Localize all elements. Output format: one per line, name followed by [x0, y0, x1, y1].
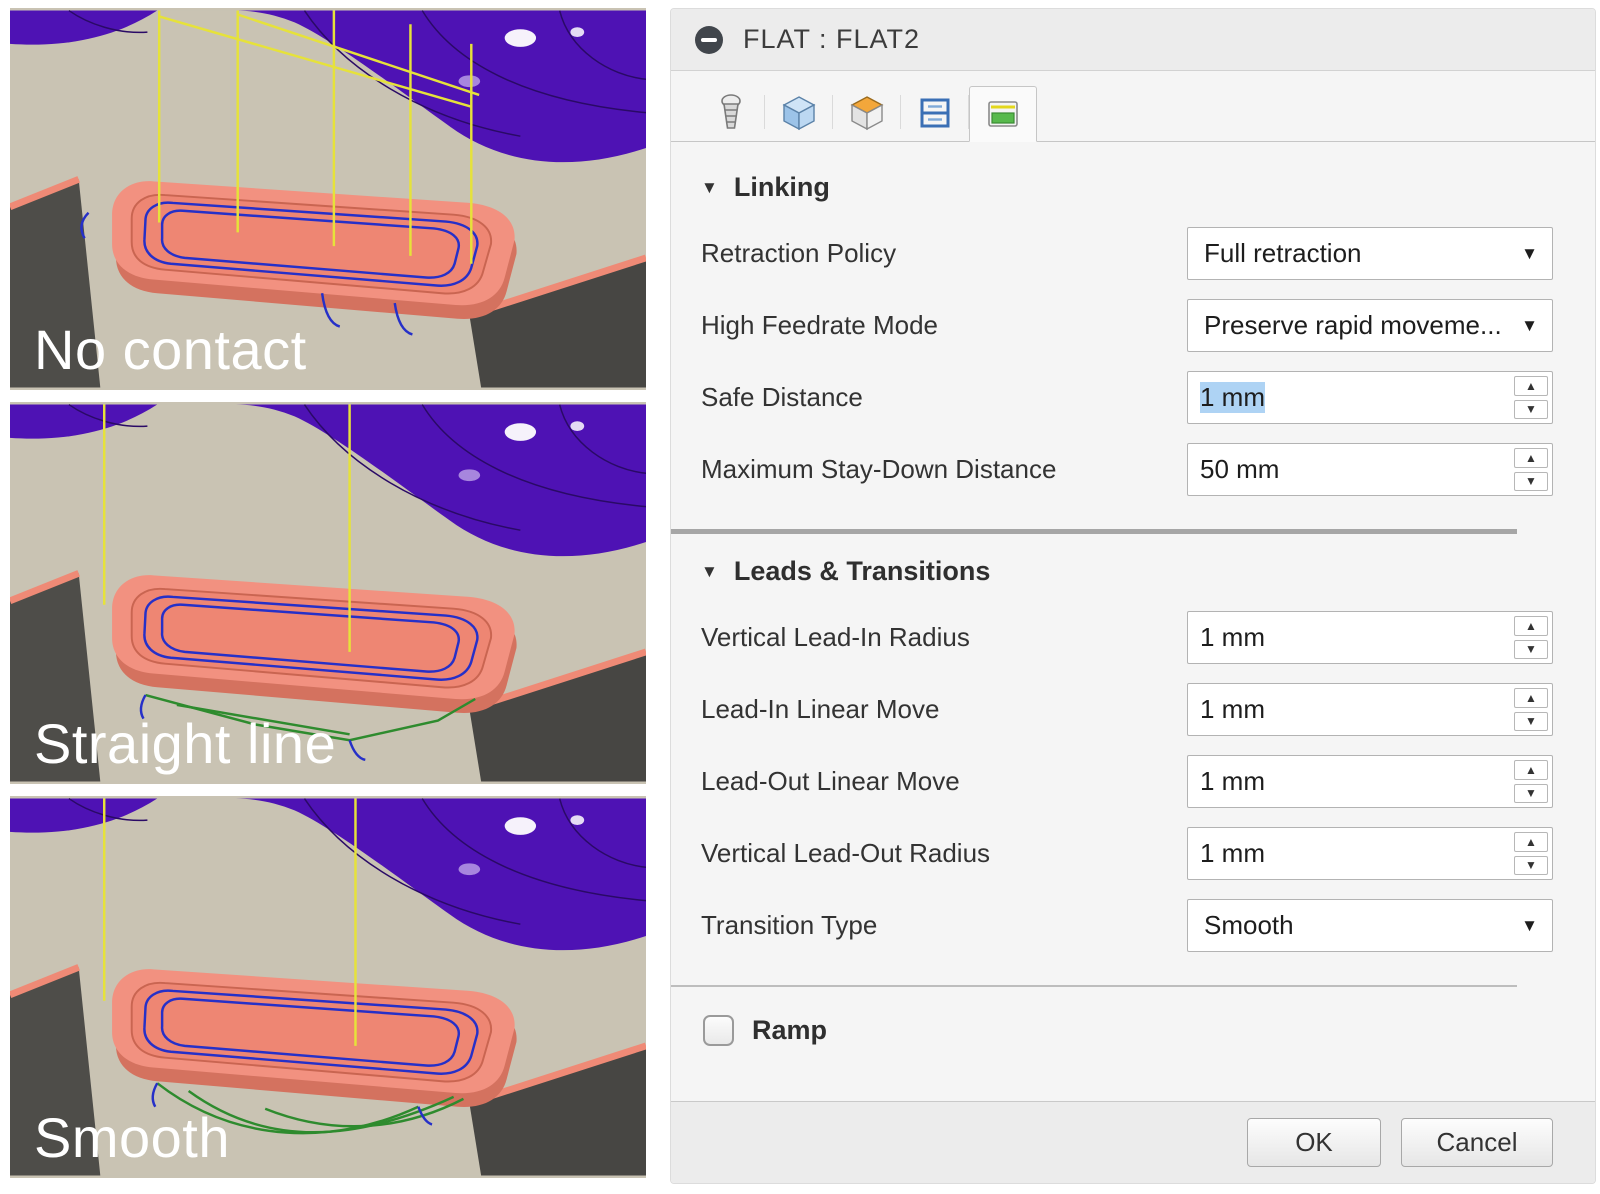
lead-in-linear-move-input[interactable]: 1 mm ▲ ▼	[1187, 683, 1553, 736]
dialog-title: FLAT : FLAT2	[743, 24, 920, 55]
ramp-row: Ramp	[703, 1015, 1553, 1046]
field-label: Vertical Lead-In Radius	[701, 622, 970, 653]
field-row-vertical-lead-out-radius: Vertical Lead-Out Radius 1 mm ▲ ▼	[701, 827, 1553, 880]
linking-icon	[982, 93, 1024, 135]
transition-type-dropdown[interactable]: Smooth ▼	[1187, 899, 1553, 952]
preview-straight-line: Straight line	[10, 402, 646, 784]
spinner-down-button[interactable]: ▼	[1514, 400, 1548, 420]
preview-caption: Straight line	[34, 711, 336, 776]
field-row-lead-out-linear-move: Lead-Out Linear Move 1 mm ▲ ▼	[701, 755, 1553, 808]
chevron-down-icon: ▼	[1521, 316, 1538, 336]
field-label: Retraction Policy	[701, 238, 896, 269]
tab-passes[interactable]	[901, 85, 969, 141]
minus-circle-icon[interactable]	[695, 26, 723, 54]
spinner-up-button[interactable]: ▲	[1514, 376, 1548, 396]
dialog-body: ▼ Linking Retraction Policy Full retract…	[671, 142, 1595, 1101]
tab-heights[interactable]	[833, 85, 901, 141]
section-divider	[671, 985, 1517, 987]
preview-caption: No contact	[34, 317, 307, 382]
field-row-safe-distance: Safe Distance 1 mm ▲ ▼	[701, 371, 1553, 424]
field-row-lead-in-linear-move: Lead-In Linear Move 1 mm ▲ ▼	[701, 683, 1553, 736]
field-row-transition-type: Transition Type Smooth ▼	[701, 899, 1553, 952]
field-label: Transition Type	[701, 910, 877, 941]
field-label: Lead-In Linear Move	[701, 694, 939, 725]
high-feedrate-mode-dropdown[interactable]: Preserve rapid moveme... ▼	[1187, 299, 1553, 352]
tab-tool[interactable]	[697, 85, 765, 141]
section-divider	[671, 529, 1517, 534]
field-label: Lead-Out Linear Move	[701, 766, 960, 797]
collapse-triangle-icon: ▼	[701, 562, 718, 582]
preview-smooth: Smooth	[10, 796, 646, 1178]
section-title: Leads & Transitions	[734, 556, 991, 587]
screen: No contact Straight line	[0, 0, 1600, 1194]
spinner-up-button[interactable]: ▲	[1514, 688, 1548, 708]
lead-out-linear-move-input[interactable]: 1 mm ▲ ▼	[1187, 755, 1553, 808]
spinner-up-button[interactable]: ▲	[1514, 616, 1548, 636]
cancel-button[interactable]: Cancel	[1401, 1118, 1553, 1167]
tab-linking[interactable]	[969, 86, 1037, 142]
geometry-icon	[778, 92, 820, 134]
field-row-high-feedrate-mode: High Feedrate Mode Preserve rapid moveme…	[701, 299, 1553, 352]
spinner-down-button[interactable]: ▼	[1514, 712, 1548, 732]
dialog-footer: OK Cancel	[671, 1101, 1595, 1183]
field-label: Maximum Stay-Down Distance	[701, 454, 1056, 485]
chevron-down-icon: ▼	[1521, 916, 1538, 936]
max-stay-down-distance-input[interactable]: 50 mm ▲ ▼	[1187, 443, 1553, 496]
field-row-retraction-policy: Retraction Policy Full retraction ▼	[701, 227, 1553, 280]
section-leads-header[interactable]: ▼ Leads & Transitions	[701, 556, 1553, 587]
safe-distance-input[interactable]: 1 mm ▲ ▼	[1187, 371, 1553, 424]
spinner-down-button[interactable]: ▼	[1514, 856, 1548, 876]
ramp-checkbox[interactable]	[703, 1015, 734, 1046]
passes-icon	[914, 92, 956, 134]
preview-caption: Smooth	[34, 1105, 230, 1170]
tool-icon	[710, 92, 752, 134]
spinner-down-button[interactable]: ▼	[1514, 640, 1548, 660]
field-label: High Feedrate Mode	[701, 310, 938, 341]
collapse-triangle-icon: ▼	[701, 178, 718, 198]
spinner-down-button[interactable]: ▼	[1514, 472, 1548, 492]
field-label: Safe Distance	[701, 382, 863, 413]
field-row-vertical-lead-in-radius: Vertical Lead-In Radius 1 mm ▲ ▼	[701, 611, 1553, 664]
spinner-down-button[interactable]: ▼	[1514, 784, 1548, 804]
heights-icon	[846, 92, 888, 134]
section-linking-header[interactable]: ▼ Linking	[701, 172, 1553, 203]
section-title: Linking	[734, 172, 830, 203]
retraction-policy-dropdown[interactable]: Full retraction ▼	[1187, 227, 1553, 280]
spinner-up-button[interactable]: ▲	[1514, 760, 1548, 780]
preview-no-contact: No contact	[10, 8, 646, 390]
tab-bar	[671, 71, 1595, 142]
spinner-up-button[interactable]: ▲	[1514, 832, 1548, 852]
dialog-titlebar: FLAT : FLAT2	[671, 9, 1595, 71]
vertical-lead-in-radius-input[interactable]: 1 mm ▲ ▼	[1187, 611, 1553, 664]
vertical-lead-out-radius-input[interactable]: 1 mm ▲ ▼	[1187, 827, 1553, 880]
field-row-max-stay-down-distance: Maximum Stay-Down Distance 50 mm ▲ ▼	[701, 443, 1553, 496]
ok-button[interactable]: OK	[1247, 1118, 1381, 1167]
ramp-label: Ramp	[752, 1015, 827, 1046]
field-label: Vertical Lead-Out Radius	[701, 838, 990, 869]
spinner-up-button[interactable]: ▲	[1514, 448, 1548, 468]
flat-operation-dialog: FLAT : FLAT2	[670, 8, 1596, 1184]
chevron-down-icon: ▼	[1521, 244, 1538, 264]
preview-column: No contact Straight line	[10, 8, 656, 1184]
tab-geometry[interactable]	[765, 85, 833, 141]
